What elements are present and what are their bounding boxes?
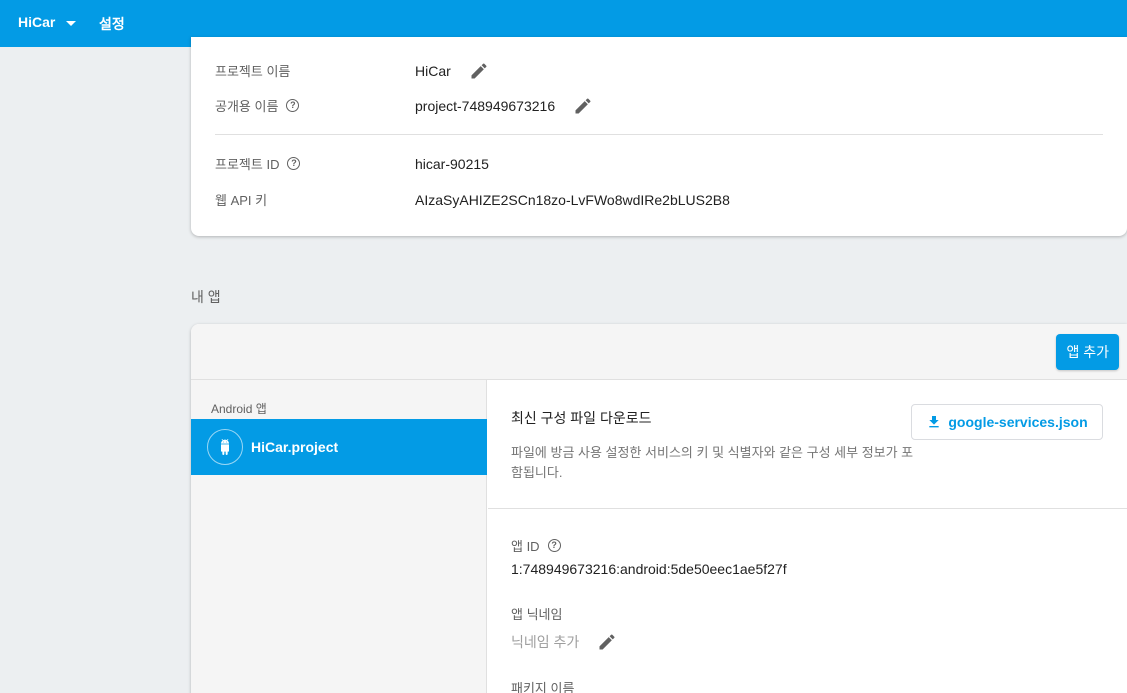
add-app-button[interactable]: 앱 추가: [1056, 334, 1119, 370]
project-info-card: 프로젝트 이름 HiCar 공개용 이름 ? project-748949673…: [191, 37, 1127, 236]
my-apps-title: 내 앱: [191, 289, 221, 305]
divider: [215, 134, 1103, 135]
package-name-label: 패키지 이름: [511, 681, 575, 693]
download-icon: [929, 416, 940, 428]
edit-nickname-icon[interactable]: [597, 632, 617, 652]
project-id-row: 프로젝트 ID ? hicar-90215: [215, 154, 489, 173]
web-api-key-label: 웹 API 키: [215, 193, 268, 208]
public-name-label: 공개용 이름: [215, 99, 279, 114]
download-json-label: google-services.json: [948, 414, 1088, 430]
settings-breadcrumb[interactable]: 설정: [99, 14, 125, 34]
app-id-value: 1:748949673216:android:5de50eec1ae5f27f: [511, 561, 787, 577]
app-name: HiCar.project: [251, 439, 339, 455]
help-icon[interactable]: ?: [287, 157, 301, 170]
app-details: 최신 구성 파일 다운로드 파일에 방금 사용 설정한 서비스의 키 및 식별자…: [488, 380, 1127, 693]
app-list-item[interactable]: HiCar.project: [191, 419, 487, 475]
web-api-key-value: AIzaSyAHIZE2SCn18zo-LvFWo8wdIRe2bLUS2B8: [415, 191, 730, 208]
project-id-label: 프로젝트 ID: [215, 157, 280, 172]
project-selector[interactable]: HiCar: [18, 14, 77, 30]
edit-project-name-icon[interactable]: [469, 61, 489, 81]
public-name-row: 공개용 이름 ? project-748949673216: [215, 96, 591, 115]
download-config-title: 최신 구성 파일 다운로드: [511, 410, 652, 426]
android-icon: [207, 429, 243, 465]
web-api-key-row: 웹 API 키 AIzaSyAHIZE2SCn18zo-LvFWo8wdIRe2…: [215, 190, 730, 209]
app-list: Android 앱 HiCar.project: [191, 380, 487, 693]
caret-down-icon: [66, 20, 77, 26]
help-icon[interactable]: ?: [547, 539, 561, 552]
download-config-description: 파일에 방금 사용 설정한 서비스의 키 및 식별자와 같은 구성 세부 정보가…: [511, 445, 914, 480]
app-nickname-placeholder: 닉네임 추가: [511, 634, 580, 650]
app-nickname-label: 앱 닉네임: [511, 607, 563, 622]
public-name-value: project-748949673216: [415, 97, 556, 114]
app-id-label: 앱 ID: [511, 539, 540, 554]
project-name-label: 프로젝트 이름: [215, 64, 291, 79]
project-selector-label: HiCar: [18, 14, 56, 30]
my-apps-card: 앱 추가 Android 앱 HiCar.project 최신 구성 파일 다운…: [191, 324, 1127, 693]
project-id-value: hicar-90215: [415, 155, 489, 172]
project-name-row: 프로젝트 이름 HiCar: [215, 61, 487, 80]
platform-label: Android 앱: [211, 402, 267, 416]
divider: [488, 508, 1127, 509]
my-apps-header: 앱 추가: [191, 324, 1127, 380]
edit-public-name-icon[interactable]: [573, 96, 593, 116]
download-json-button[interactable]: google-services.json: [911, 404, 1103, 440]
help-icon[interactable]: ?: [286, 99, 300, 112]
project-name-value: HiCar: [415, 62, 451, 79]
